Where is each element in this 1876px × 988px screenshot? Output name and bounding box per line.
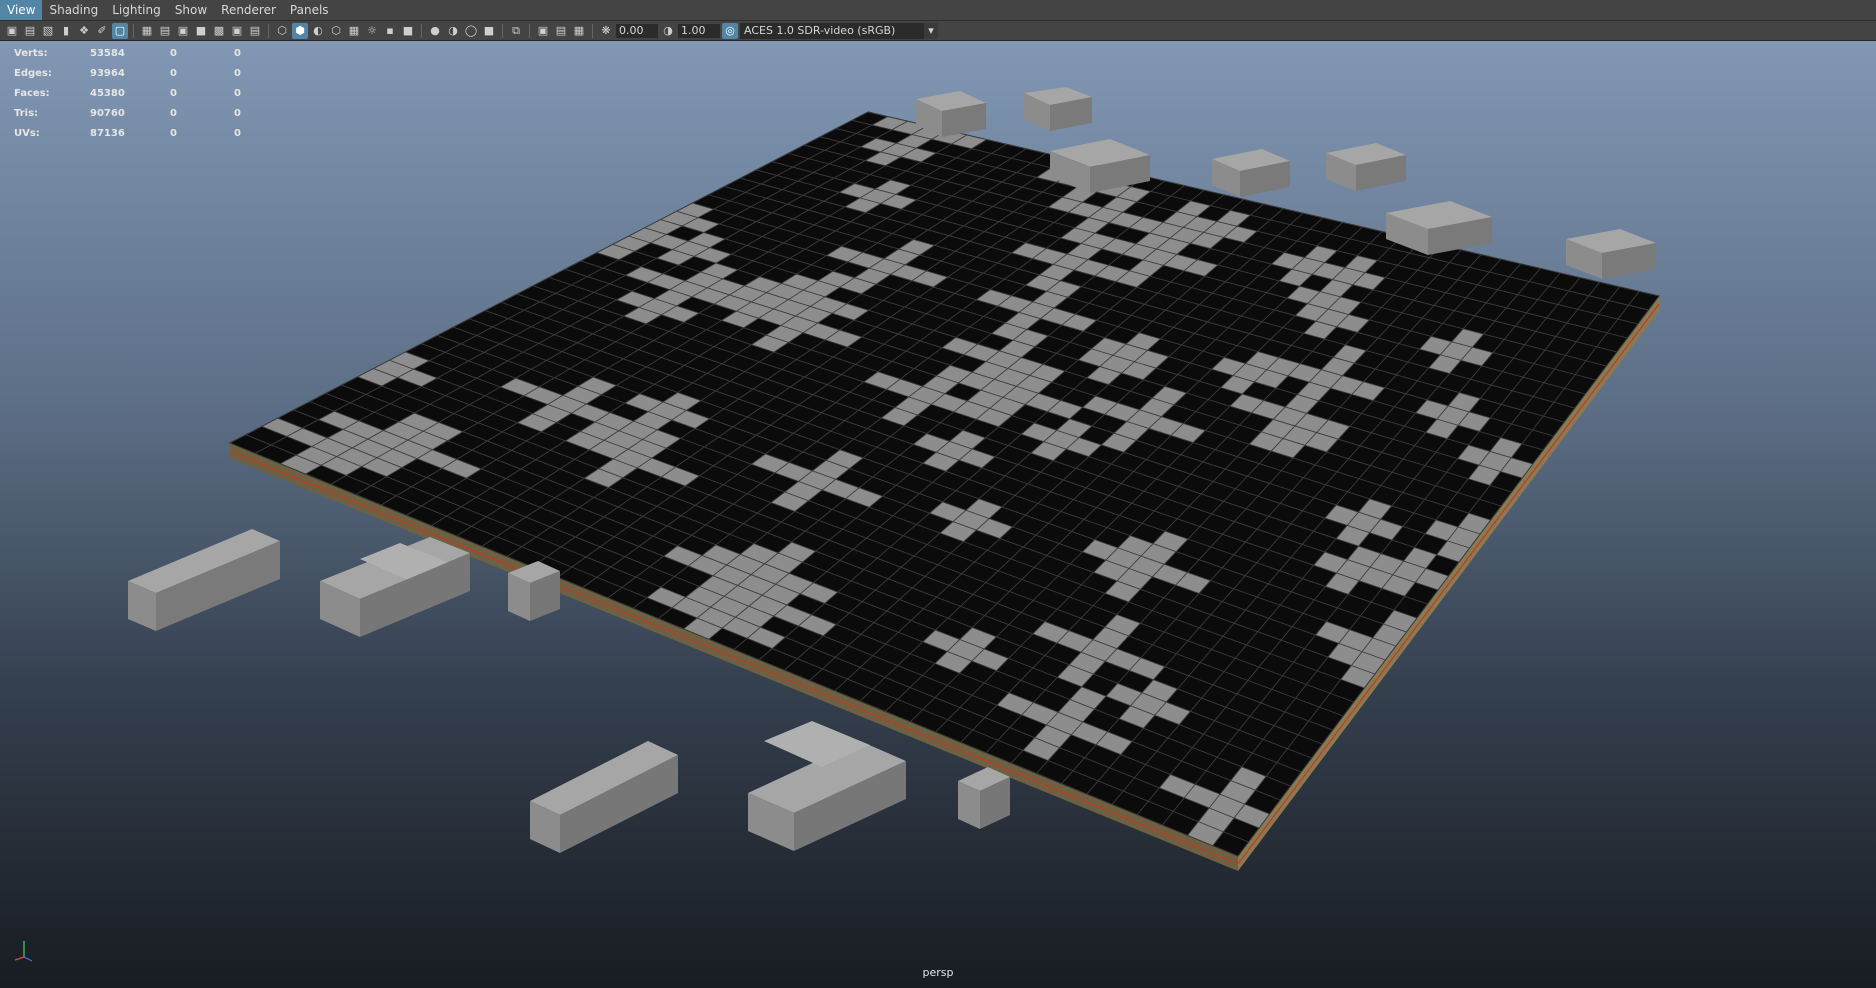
isolate-select-icon[interactable]: ⧉	[508, 23, 524, 39]
xray-icon[interactable]: ■	[400, 23, 416, 39]
camera-name-label: persp	[922, 966, 954, 979]
shadows-icon[interactable]: ▪	[382, 23, 398, 39]
default-material-icon[interactable]: ▦	[346, 23, 362, 39]
hud-component: 0	[234, 67, 241, 79]
hud-component: 0	[234, 127, 241, 139]
image-plane-icon[interactable]: ▢	[112, 22, 128, 39]
camera-attributes-icon[interactable]: ▤	[22, 23, 38, 39]
gamma-field[interactable]: 1.00	[678, 23, 720, 38]
floating-block-left-cross	[320, 537, 470, 637]
hud-selected: 0	[170, 107, 177, 119]
wireframe-icon[interactable]: ⬡	[274, 23, 290, 39]
camera-icon[interactable]: ▣	[4, 23, 20, 39]
menu-shading[interactable]: Shading	[42, 0, 105, 20]
hud-row-faces: Faces: 45380 0 0	[14, 83, 264, 103]
menu-show[interactable]: Show	[168, 0, 214, 20]
lights-icon[interactable]: ☼	[364, 23, 380, 39]
hud-value: 53584	[90, 47, 125, 59]
hud-value: 90760	[90, 107, 125, 119]
hud-label: Tris:	[14, 107, 39, 119]
smooth-shade-icon[interactable]: ⬢	[292, 22, 308, 39]
exposure-icon[interactable]: ❋	[598, 23, 614, 39]
lock-camera-icon[interactable]: ▧	[40, 23, 56, 39]
panel-toolbar: ▣ ▤ ▧ ▮ ❖ ✐ ▢ ▦ ▤ ▣ ■ ▩ ▣ ▤ ⬡ ⬢ ◐ ⬡ ▦ ☼ …	[0, 21, 1876, 41]
textured-icon[interactable]: ⬡	[328, 23, 344, 39]
menu-lighting[interactable]: Lighting	[105, 0, 168, 20]
grid-icon[interactable]: ▦	[139, 23, 155, 39]
hud-selected: 0	[170, 127, 177, 139]
hud-value: 45380	[90, 87, 125, 99]
xray-joints-icon[interactable]: ▣	[535, 23, 551, 39]
view-axis-icon	[14, 941, 33, 962]
hud-component: 0	[234, 107, 241, 119]
gamma-icon[interactable]: ◑	[660, 23, 676, 39]
menu-panels[interactable]: Panels	[283, 0, 336, 20]
view-transform-dropdown[interactable]: ACES 1.0 SDR-video (sRGB) ▾	[740, 22, 938, 39]
color-management-icon[interactable]: ◎	[722, 22, 738, 39]
anti-aliasing-icon[interactable]: ◯	[463, 23, 479, 39]
menu-bar: View Shading Lighting Show Renderer Pane…	[0, 0, 1876, 21]
hud-row-edges: Edges: 93964 0 0	[14, 63, 264, 83]
toolbar-separator	[268, 23, 269, 38]
hud-label: Edges:	[14, 67, 52, 79]
safe-title-icon[interactable]: ▤	[247, 23, 263, 39]
hud-value: 93964	[90, 67, 125, 79]
grease-pencil-icon[interactable]: ✐	[94, 23, 110, 39]
exposure-field[interactable]: 0.00	[616, 23, 658, 38]
hud-component: 0	[234, 47, 241, 59]
floating-block-bottom-cross	[748, 721, 906, 851]
depth-of-field-icon[interactable]: ■	[481, 23, 497, 39]
safe-action-icon[interactable]: ▣	[229, 23, 245, 39]
toolbar-separator	[502, 23, 503, 38]
hud-component: 0	[234, 87, 241, 99]
hud-label: UVs:	[14, 127, 40, 139]
hud-row-tris: Tris: 90760 0 0	[14, 103, 264, 123]
backface-culling-icon[interactable]: ▦	[571, 23, 587, 39]
view-transform-value: ACES 1.0 SDR-video (sRGB)	[744, 24, 896, 37]
hud-row-verts: Verts: 53584 0 0	[14, 43, 264, 63]
floating-block-left-small	[508, 561, 560, 621]
hud-label: Verts:	[14, 47, 48, 59]
gate-mask-icon[interactable]: ■	[193, 23, 209, 39]
pan-zoom-icon[interactable]: ❖	[76, 23, 92, 39]
toolbar-separator	[592, 23, 593, 38]
hud-value: 87136	[90, 127, 125, 139]
menu-renderer[interactable]: Renderer	[214, 0, 283, 20]
hud-selected: 0	[170, 67, 177, 79]
poly-count-hud: Verts: 53584 0 0 Edges: 93964 0 0 Faces:…	[14, 43, 264, 143]
scene-render	[128, 87, 1660, 871]
toolbar-separator	[133, 23, 134, 38]
toolbar-separator	[421, 23, 422, 38]
floating-block-left-bar	[128, 529, 280, 631]
bookmark-icon[interactable]: ▮	[58, 23, 74, 39]
ambient-occlusion-icon[interactable]: ●	[427, 23, 443, 39]
chevron-down-icon: ▾	[924, 22, 938, 39]
floating-block-bottom-small	[958, 767, 1010, 829]
motion-blur-icon[interactable]: ◑	[445, 23, 461, 39]
hud-selected: 0	[170, 47, 177, 59]
xray-active-icon[interactable]: ▤	[553, 23, 569, 39]
hud-selected: 0	[170, 87, 177, 99]
menu-view[interactable]: View	[0, 0, 43, 20]
hud-row-uvs: UVs: 87136 0 0	[14, 123, 264, 143]
toolbar-separator	[529, 23, 530, 38]
floating-block-bottom-bar	[530, 741, 678, 853]
resolution-gate-icon[interactable]: ▣	[175, 23, 191, 39]
film-gate-icon[interactable]: ▤	[157, 23, 173, 39]
field-chart-icon[interactable]: ▩	[211, 23, 227, 39]
hud-label: Faces:	[14, 87, 50, 99]
wireframe-on-shaded-icon[interactable]: ◐	[310, 23, 326, 39]
viewport-persp[interactable]: Verts: 53584 0 0 Edges: 93964 0 0 Faces:…	[0, 41, 1876, 988]
